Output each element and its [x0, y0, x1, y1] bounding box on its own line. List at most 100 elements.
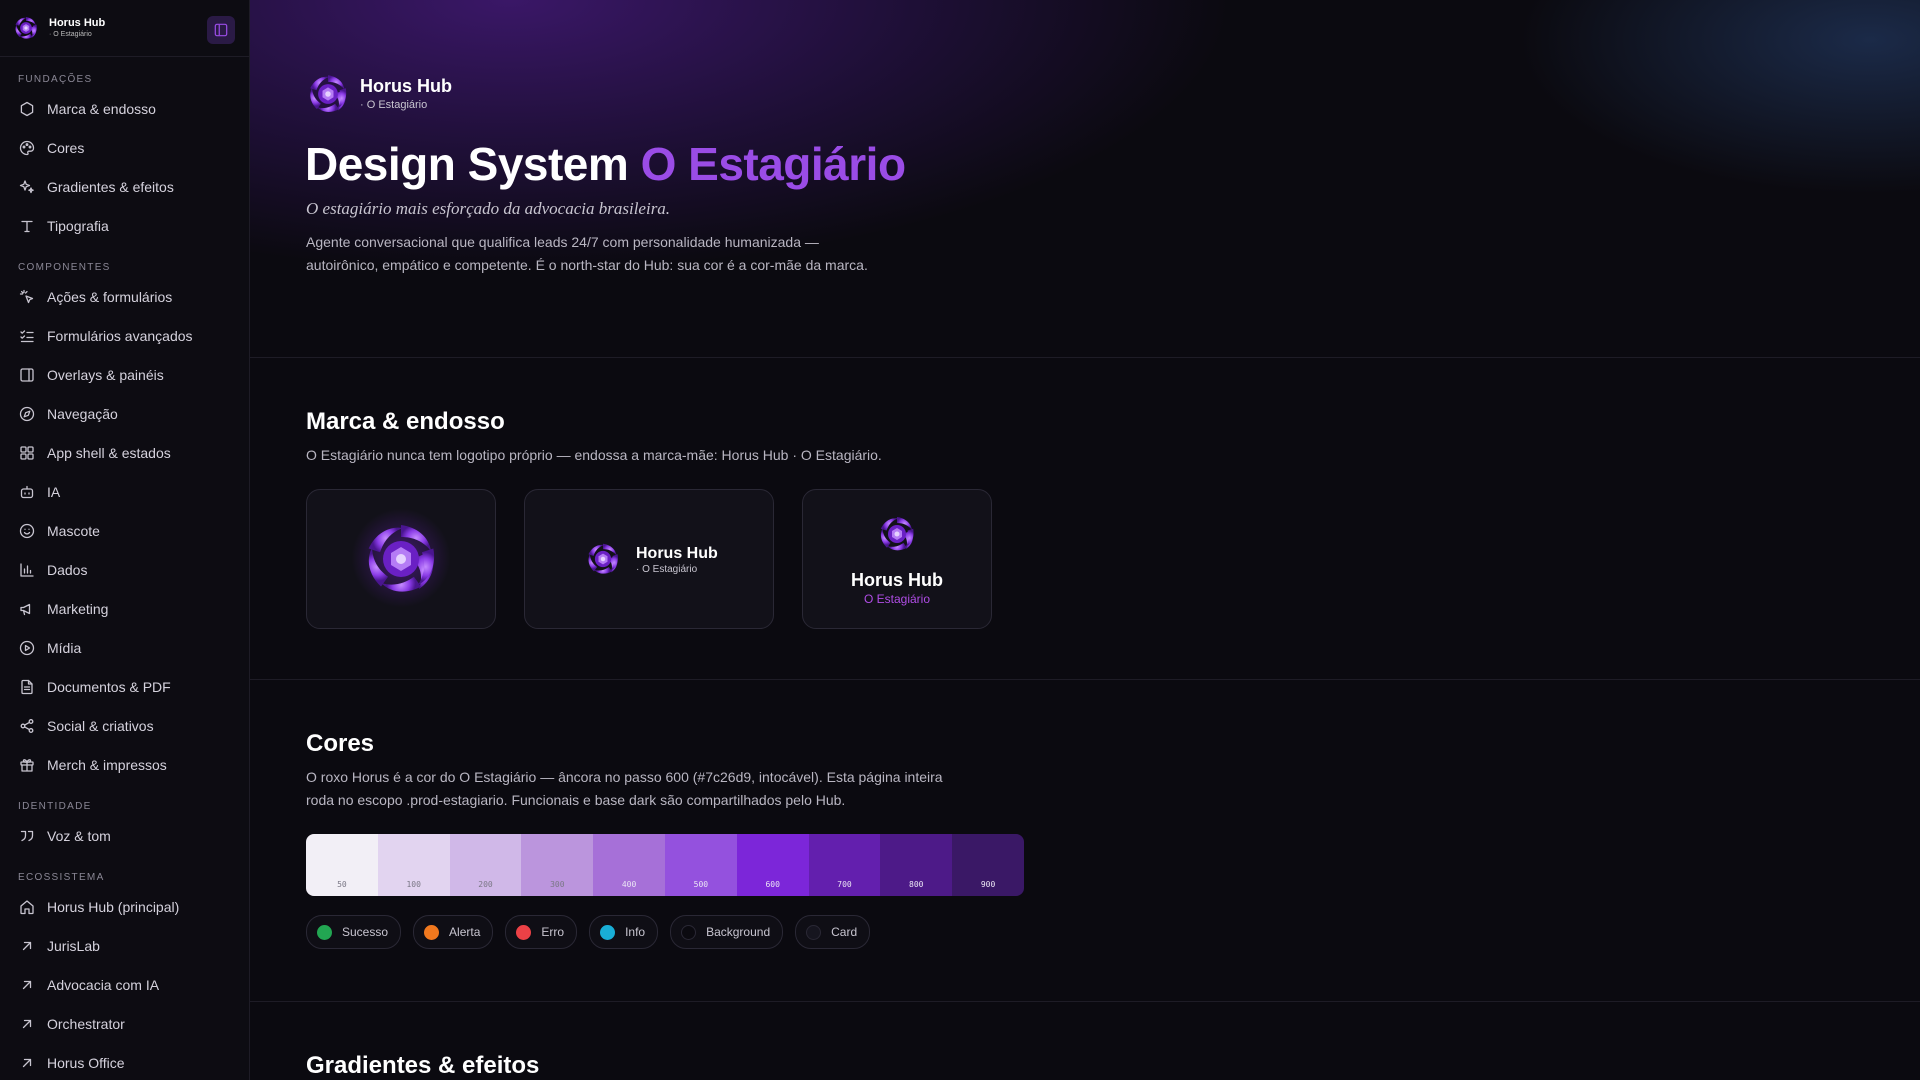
- color-chip-erro[interactable]: Erro: [505, 915, 578, 949]
- sidebar-item-advocacia-com-ia[interactable]: Advocacia com IA: [0, 965, 249, 1004]
- smile-icon: [19, 523, 35, 538]
- color-swatch-step: 600: [765, 880, 780, 889]
- sidebar-item-label: Marketing: [47, 600, 109, 617]
- sidebar-item-label: Tipografia: [47, 217, 109, 234]
- color-swatch-50[interactable]: 50: [306, 834, 378, 896]
- sidebar-item-midia[interactable]: Mídia: [0, 628, 249, 667]
- color-swatch-300[interactable]: 300: [521, 834, 594, 896]
- color-swatch-step: 300: [550, 880, 565, 889]
- layout-grid-icon: [20, 445, 34, 460]
- color-chip-background[interactable]: Background: [670, 915, 784, 949]
- sidebar-section-label: COMPONENTES: [18, 262, 111, 273]
- sidebar-item-label: Social & criativos: [47, 717, 154, 734]
- color-swatch-100[interactable]: 100: [377, 834, 450, 896]
- color-swatch-900[interactable]: 900: [952, 834, 1024, 896]
- color-scale: 50 100 200 300 400 500 600 700 800 900: [306, 834, 1024, 896]
- sidebar-item-mascote[interactable]: Mascote: [0, 511, 249, 550]
- sidebar-item-label: Mascote: [47, 522, 100, 539]
- color-chip-label: Info: [625, 925, 646, 939]
- sidebar-nav: FUNDAÇÕES Marca & endosso Cores Gradientes …: [0, 71, 249, 1080]
- sidebar-item-navegacao[interactable]: Navegação: [0, 394, 249, 433]
- sidebar-item-dados[interactable]: Dados: [0, 550, 249, 589]
- sidebar-item-label: Dados: [47, 561, 88, 578]
- color-swatch-800[interactable]: 800: [880, 834, 953, 896]
- quote-icon: [20, 830, 34, 841]
- sidebar-item-formularios-avancados[interactable]: Formulários avançados: [0, 316, 249, 355]
- sidebar-item-acoes-formularios[interactable]: Ações & formulários: [0, 277, 249, 316]
- sidebar-brand-title: Horus Hub: [49, 17, 106, 29]
- color-swatch-step: 700: [837, 880, 852, 889]
- sidebar-item-label: Gradientes & efeitos: [47, 178, 174, 195]
- color-chip-label: Erro: [541, 925, 565, 939]
- color-chip-alerta[interactable]: Alerta: [413, 915, 494, 949]
- page-title-accent: O Estagiário: [640, 138, 906, 190]
- sidebar-item-documentos-pdf[interactable]: Documentos & PDF: [0, 667, 249, 706]
- color-dot: [600, 924, 616, 940]
- color-chip-label: Alerta: [449, 925, 481, 939]
- color-chip-card[interactable]: Card: [795, 915, 871, 949]
- sidebar-item-tipografia[interactable]: Tipografia: [0, 206, 249, 245]
- sidebar-item-jurislab[interactable]: JurisLab: [0, 926, 249, 965]
- sidebar-item-cores[interactable]: Cores: [0, 128, 249, 167]
- sidebar-item-marca-endosso[interactable]: Marca & endosso: [0, 89, 249, 128]
- sidebar-item-gradientes-efeitos[interactable]: Gradientes & efeitos: [0, 167, 249, 206]
- sidebar-item-label: JurisLab: [47, 937, 100, 954]
- sidebar-item-ia[interactable]: IA: [0, 472, 249, 511]
- hero: Horus Hub · O Estagiário Design System O…: [250, 0, 1920, 358]
- color-swatch-200[interactable]: 200: [449, 834, 522, 896]
- logo-stacked-subtitle: O Estagiário: [863, 592, 931, 606]
- sidebar-section-label: FUNDAÇÕES: [18, 74, 93, 85]
- sidebar-item-label: Marca & endosso: [47, 100, 156, 117]
- sidebar-item-overlays-paineis[interactable]: Overlays & painéis: [0, 355, 249, 394]
- sidebar-item-label: Horus Office: [47, 1054, 125, 1071]
- intro-text: Agente conversacional que qualifica lead…: [306, 234, 868, 273]
- color-dot: [806, 924, 822, 940]
- horus-logo-icon[interactable]: [13, 15, 39, 41]
- functional-color-chips: Sucesso Alerta Erro Info Background Card: [306, 915, 871, 949]
- sidebar-item-app-shell-estados[interactable]: App shell & estados: [0, 433, 249, 472]
- sidebar-item-merch-impressos[interactable]: Merch & impressos: [0, 745, 249, 784]
- sidebar-item-label: Cores: [47, 139, 85, 156]
- color-swatch-step: 50: [337, 880, 347, 889]
- logo-stacked-card: Horus Hub O Estagiário: [802, 489, 992, 629]
- color-swatch-700[interactable]: 700: [808, 834, 881, 896]
- sidebar-item-label: App shell & estados: [47, 444, 171, 461]
- tagline: O estagiário mais esforçado da advocacia…: [306, 199, 671, 218]
- color-swatch-400[interactable]: 400: [593, 834, 665, 896]
- sidebar-item-label: Merch & impressos: [47, 756, 167, 773]
- hero-brand: Horus Hub · O Estagiário: [306, 72, 452, 116]
- gradients-section-title: Gradientes & efeitos: [306, 1052, 540, 1079]
- sidebar-item-marketing[interactable]: Marketing: [0, 589, 249, 628]
- colors-section-title: Cores: [306, 730, 375, 757]
- sidebar-item-orchestrator[interactable]: Orchestrator: [0, 1004, 249, 1043]
- color-swatch-step: 100: [406, 880, 421, 889]
- color-chip-label: Card: [831, 925, 858, 939]
- color-swatch-600[interactable]: 600: [736, 834, 809, 896]
- brand-section: Marca & endosso O Estagiário nunca tem l…: [250, 358, 1920, 680]
- color-dot: [317, 924, 332, 940]
- sidebar-item-label: Navegação: [47, 405, 118, 422]
- color-chip-info[interactable]: Info: [589, 915, 659, 949]
- sidebar-item-social-criativos[interactable]: Social & criativos: [0, 706, 249, 745]
- arrow-up-right-icon: [22, 1058, 32, 1067]
- sidebar-item-label: Advocacia com IA: [47, 976, 160, 993]
- sidebar-item-horus-hub-principal[interactable]: Horus Hub (principal): [0, 887, 249, 926]
- color-chip-label: Background: [706, 925, 771, 939]
- logo-stacked-title: Horus Hub: [851, 570, 943, 590]
- hero-brand-subtitle: · O Estagiário: [360, 99, 428, 111]
- sidebar-collapse-button[interactable]: [207, 16, 235, 44]
- color-swatch-step: 500: [693, 880, 709, 889]
- sidebar: Horus Hub · O Estagiário FUNDAÇÕES Marca …: [0, 0, 250, 1080]
- horus-logo-icon: [877, 514, 917, 554]
- compass-icon: [19, 406, 35, 421]
- file-text-icon: [21, 679, 33, 694]
- panel-left-icon: [214, 23, 228, 37]
- sidebar-section-label: IDENTIDADE: [18, 801, 92, 812]
- arrow-up-right-icon: [22, 941, 32, 950]
- color-chip-sucesso[interactable]: Sucesso: [306, 915, 402, 949]
- hexagon-icon: [20, 101, 34, 116]
- page-title: Design System O Estagiário: [305, 137, 906, 191]
- color-swatch-500[interactable]: 500: [664, 834, 737, 896]
- sidebar-item-horus-office[interactable]: Horus Office: [0, 1043, 249, 1080]
- sidebar-item-voz-tom[interactable]: Voz & tom: [0, 816, 249, 855]
